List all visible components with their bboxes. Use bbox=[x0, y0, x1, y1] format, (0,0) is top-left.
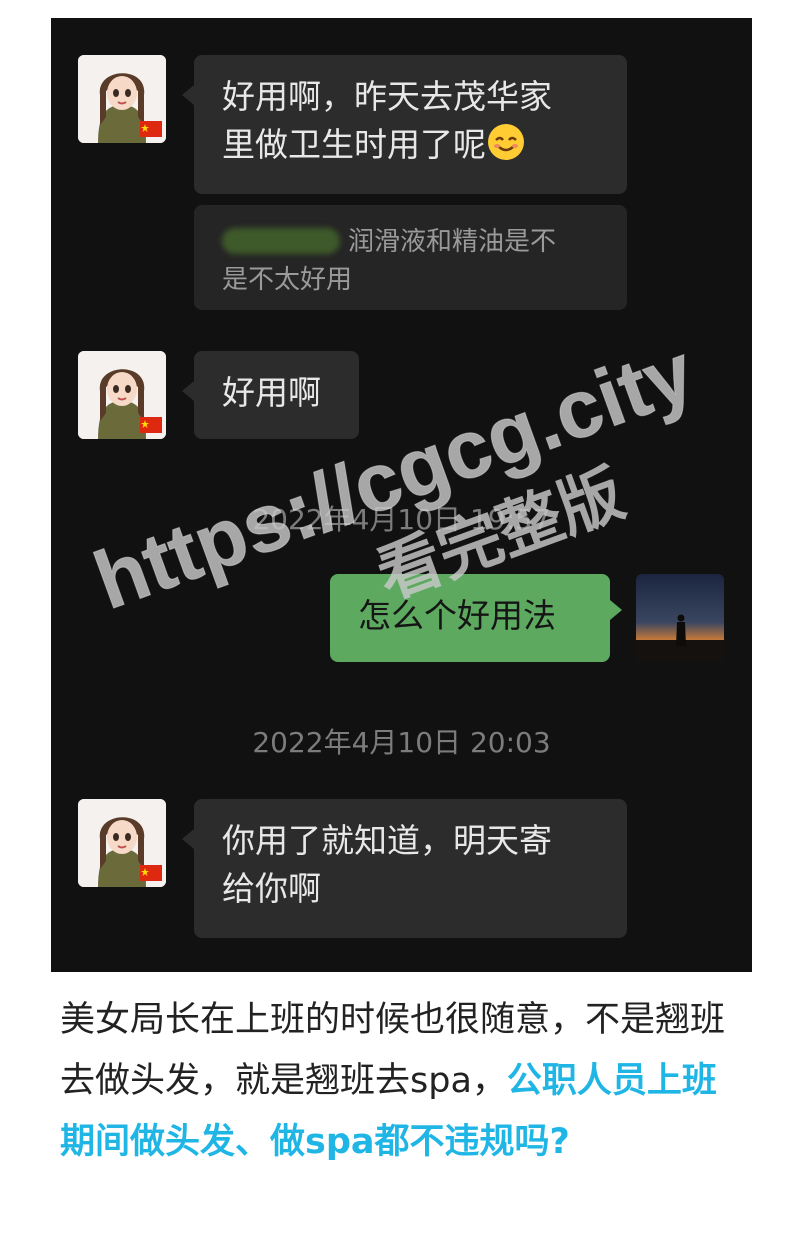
message-text-line: 你用了就知道，明天寄 bbox=[222, 821, 552, 860]
message-bubble[interactable]: 你用了就知道，明天寄 给你啊 bbox=[182, 799, 627, 938]
outgoing-message-bubble[interactable]: 怎么个好用法 bbox=[330, 574, 622, 662]
contact-avatar[interactable] bbox=[78, 351, 166, 439]
article-caption: 美女局长在上班的时候也很随意，不是翘班去做头发，就是翘班去spa，公职人员上班期… bbox=[60, 990, 750, 1173]
chat-screenshot: 好用啊，昨天去茂华家 里做卫生时用了呢 润滑液和精油是不 是不太好用 好用啊 2… bbox=[51, 18, 752, 972]
contact-avatar[interactable] bbox=[78, 55, 166, 143]
woman-cartoon-icon bbox=[78, 55, 166, 143]
chat-timestamp: 2022年4月10日 19:57 bbox=[252, 503, 551, 536]
message-text-line: 给你啊 bbox=[222, 869, 321, 908]
self-avatar[interactable] bbox=[636, 574, 724, 662]
sunset-silhouette-icon bbox=[636, 574, 724, 662]
quoted-message[interactable]: 润滑液和精油是不 是不太好用 bbox=[194, 205, 627, 310]
message-text-line: 好用啊，昨天去茂华家 bbox=[222, 77, 552, 116]
message-bubble[interactable]: 好用啊 bbox=[182, 351, 359, 439]
message-text: 好用啊 bbox=[222, 373, 321, 412]
woman-cartoon-icon bbox=[78, 799, 166, 887]
woman-cartoon-icon bbox=[78, 351, 166, 439]
message-text: 怎么个好用法 bbox=[358, 596, 556, 635]
contact-avatar[interactable] bbox=[78, 799, 166, 887]
quote-line: 是不太好用 bbox=[222, 265, 353, 295]
blurred-sender-name bbox=[222, 228, 340, 254]
message-text-line: 里做卫生时用了呢 bbox=[222, 121, 599, 169]
chat-timestamp: 2022年4月10日 20:03 bbox=[252, 726, 551, 759]
smiling-face-emoji-icon bbox=[488, 124, 524, 160]
quote-line: 润滑液和精油是不 bbox=[222, 223, 599, 261]
message-bubble[interactable]: 好用啊，昨天去茂华家 里做卫生时用了呢 bbox=[182, 55, 627, 194]
